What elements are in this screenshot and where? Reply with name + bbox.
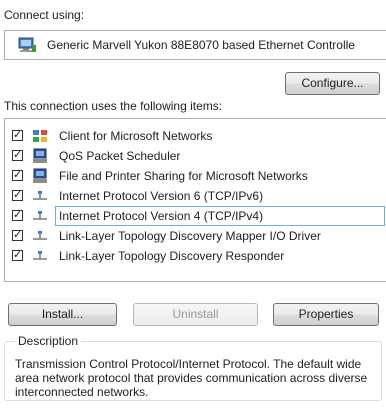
properties-button[interactable]: Properties	[273, 303, 379, 326]
item-checkbox[interactable]: ✓	[12, 150, 23, 161]
computer-service-icon	[32, 148, 48, 164]
list-item-selected[interactable]: ✓ Internet Protocol Version 4 (TCP/IPv4)	[5, 206, 386, 226]
list-item[interactable]: ✓ QoS Packet Scheduler	[5, 146, 386, 166]
item-label: Client for Microsoft Networks	[59, 129, 213, 143]
configure-button[interactable]: Configure...	[285, 72, 380, 95]
adapter-field: Generic Marvell Yukon 88E8070 based Ethe…	[4, 30, 386, 60]
list-item[interactable]: ✓ Link-Layer Topology Discovery Mapper I…	[5, 226, 386, 246]
connection-items-list[interactable]: ✓ Client for Microsoft Networks ✓ QoS Pa…	[4, 118, 386, 282]
item-checkbox[interactable]: ✓	[12, 170, 23, 181]
description-title: Description	[15, 334, 82, 348]
list-item[interactable]: ✓ File and Printer Sharing for Microsoft…	[5, 166, 386, 186]
item-label: Link-Layer Topology Discovery Responder	[59, 249, 285, 263]
item-checkbox[interactable]: ✓	[12, 210, 23, 221]
uninstall-button[interactable]: Uninstall	[133, 303, 258, 326]
list-item[interactable]: ✓ Link-Layer Topology Discovery Responde…	[5, 246, 386, 266]
item-label: QoS Packet Scheduler	[59, 149, 181, 163]
item-checkbox[interactable]: ✓	[12, 130, 23, 141]
items-list-label: This connection uses the following items…	[4, 99, 223, 113]
description-group: Description Transmission Control Protoco…	[4, 334, 382, 401]
item-checkbox[interactable]: ✓	[12, 250, 23, 261]
item-label: Internet Protocol Version 4 (TCP/IPv4)	[59, 209, 264, 223]
network-adapter-icon	[17, 37, 37, 53]
install-button[interactable]: Install...	[8, 303, 117, 326]
network-client-icon	[32, 128, 48, 144]
list-item[interactable]: ✓ Client for Microsoft Networks	[5, 126, 386, 146]
protocol-icon	[32, 248, 48, 264]
item-label: Internet Protocol Version 6 (TCP/IPv6)	[59, 189, 264, 203]
protocol-icon	[32, 188, 48, 204]
adapter-name: Generic Marvell Yukon 88E8070 based Ethe…	[47, 38, 355, 52]
connect-using-label: Connect using:	[4, 8, 85, 22]
item-label: Link-Layer Topology Discovery Mapper I/O…	[59, 229, 321, 243]
item-checkbox[interactable]: ✓	[12, 230, 23, 241]
item-label: File and Printer Sharing for Microsoft N…	[59, 169, 308, 183]
description-text: Transmission Control Protocol/Internet P…	[15, 357, 368, 399]
list-item[interactable]: ✓ Internet Protocol Version 6 (TCP/IPv6)	[5, 186, 386, 206]
protocol-icon	[32, 208, 48, 224]
protocol-icon	[32, 228, 48, 244]
item-checkbox[interactable]: ✓	[12, 190, 23, 201]
computer-service-icon	[32, 168, 48, 184]
